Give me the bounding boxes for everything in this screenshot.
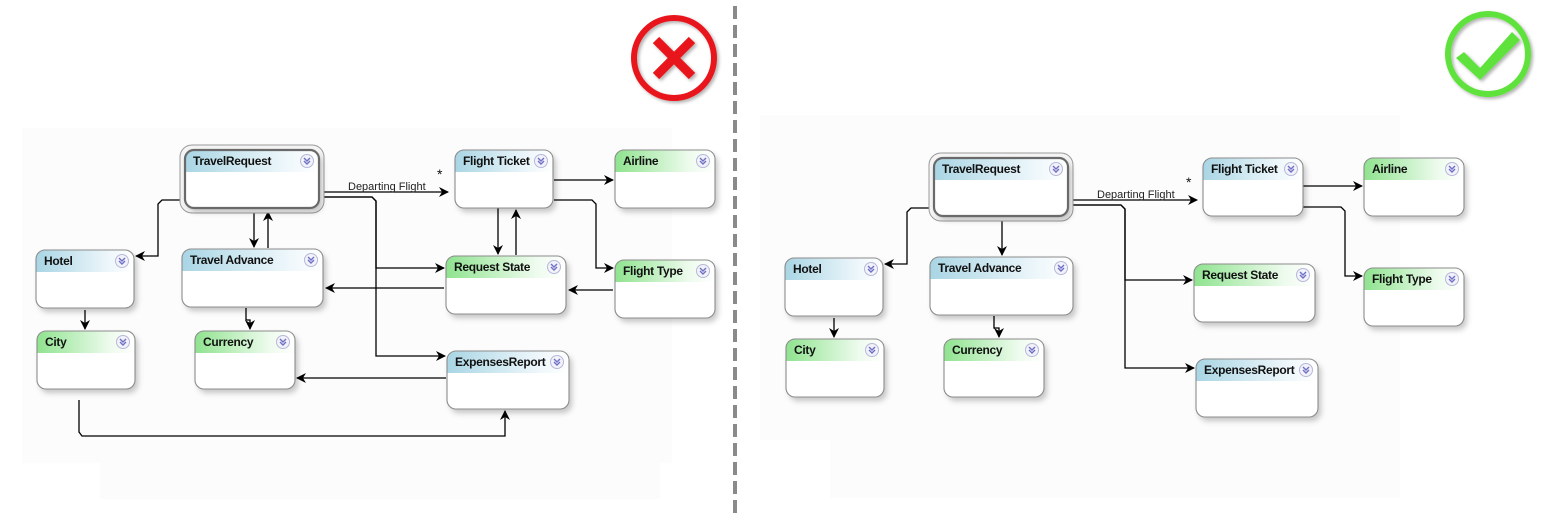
node-title: Flight Type xyxy=(623,264,683,278)
expand-chevron-icon[interactable] xyxy=(696,264,710,278)
expand-chevron-icon[interactable] xyxy=(1299,363,1313,377)
connector-travel-request-to-request-state[interactable] xyxy=(1069,204,1193,285)
expand-chevron-icon[interactable] xyxy=(1049,162,1063,176)
connector-travel-request-to-expenses-report[interactable] xyxy=(1069,204,1195,373)
node-expenses-report[interactable]: ExpensesReport xyxy=(446,350,570,410)
node-request-state[interactable]: Request State xyxy=(445,255,567,315)
node-travel-advance[interactable]: Travel Advance xyxy=(181,248,324,308)
expand-chevron-icon[interactable] xyxy=(1445,162,1459,176)
expand-chevron-icon[interactable] xyxy=(865,343,879,357)
node-title: TravelRequest xyxy=(193,154,271,168)
node-travel-request[interactable]: TravelRequest xyxy=(928,152,1074,222)
expand-chevron-icon[interactable] xyxy=(1284,162,1298,176)
node-title: Hotel xyxy=(44,254,73,268)
panel-incorrect-diagram: Departing Flight * TravelRequest Flight Tic… xyxy=(0,0,735,519)
expand-chevron-icon[interactable] xyxy=(304,253,318,267)
node-city[interactable]: City xyxy=(36,330,136,390)
expand-chevron-icon[interactable] xyxy=(300,154,314,168)
diagram-correct: Departing Flight * TravelRequest Flight Tic… xyxy=(784,152,1465,418)
node-title: Currency xyxy=(203,335,254,349)
panel-divider xyxy=(733,6,737,519)
connector-travel-request-to-expenses-report[interactable] xyxy=(320,196,446,361)
node-currency[interactable]: Currency xyxy=(943,338,1045,398)
connector-city-to-expenses-report[interactable] xyxy=(78,400,510,437)
node-title: City xyxy=(45,335,67,349)
panel-correct-diagram: Departing Flight * TravelRequest Flight Tic… xyxy=(740,0,1549,519)
node-title: ExpensesReport xyxy=(1204,363,1295,377)
node-flight-ticket[interactable]: Flight Ticket xyxy=(1202,157,1304,217)
expand-chevron-icon[interactable] xyxy=(116,335,130,349)
node-title: Hotel xyxy=(793,262,822,276)
node-hotel[interactable]: Hotel xyxy=(784,257,884,317)
connector-label: Departing Flight xyxy=(1097,189,1175,201)
node-expenses-report[interactable]: ExpensesReport xyxy=(1195,358,1319,418)
expand-chevron-icon[interactable] xyxy=(550,355,564,369)
node-title: Flight Type xyxy=(1372,272,1432,286)
node-flight-type[interactable]: Flight Type xyxy=(1363,267,1465,327)
diagram-incorrect: Departing Flight * TravelRequest Flight Tic… xyxy=(35,144,716,437)
node-airline[interactable]: Airline xyxy=(614,149,716,209)
node-title: Flight Ticket xyxy=(1211,162,1278,176)
expand-chevron-icon[interactable] xyxy=(115,254,129,268)
expand-chevron-icon[interactable] xyxy=(276,335,290,349)
multiplicity-label: * xyxy=(1186,174,1192,190)
node-travel-request[interactable]: TravelRequest xyxy=(179,144,325,214)
node-airline[interactable]: Airline xyxy=(1363,157,1465,217)
node-flight-ticket[interactable]: Flight Ticket xyxy=(454,149,554,209)
connector-travel-request-to-request-state[interactable] xyxy=(320,196,445,273)
expand-chevron-icon[interactable] xyxy=(1025,343,1039,357)
node-hotel[interactable]: Hotel xyxy=(35,249,135,309)
node-currency[interactable]: Currency xyxy=(194,330,296,390)
node-travel-advance[interactable]: Travel Advance xyxy=(929,256,1074,316)
expand-chevron-icon[interactable] xyxy=(1445,272,1459,286)
expand-chevron-icon[interactable] xyxy=(547,260,561,274)
node-title: Request State xyxy=(454,260,531,274)
node-title: City xyxy=(794,343,816,357)
expand-chevron-icon[interactable] xyxy=(864,262,878,276)
node-title: TravelRequest xyxy=(942,162,1020,176)
connector-travel-advance-to-currency[interactable] xyxy=(245,308,255,330)
connector-travel-advance-to-currency[interactable] xyxy=(993,316,1004,338)
multiplicity-label: * xyxy=(437,166,443,182)
expand-chevron-icon[interactable] xyxy=(1054,261,1068,275)
node-title: Airline xyxy=(1372,162,1408,176)
connector-travel-request-to-hotel[interactable] xyxy=(135,199,185,261)
node-city[interactable]: City xyxy=(785,338,885,398)
node-title: Airline xyxy=(623,154,659,168)
connector-travel-request-to-hotel[interactable] xyxy=(884,207,934,269)
expand-chevron-icon[interactable] xyxy=(534,154,548,168)
node-title: Travel Advance xyxy=(938,261,1022,275)
node-title: ExpensesReport xyxy=(455,355,546,369)
expand-chevron-icon[interactable] xyxy=(1296,268,1310,282)
node-request-state[interactable]: Request State xyxy=(1193,263,1316,323)
expand-chevron-icon[interactable] xyxy=(696,154,710,168)
node-title: Currency xyxy=(952,343,1003,357)
connector-label: Departing Flight xyxy=(348,181,426,193)
node-title: Request State xyxy=(1202,268,1279,282)
node-title: Travel Advance xyxy=(190,253,274,267)
node-flight-type[interactable]: Flight Type xyxy=(614,259,716,319)
node-title: Flight Ticket xyxy=(463,154,530,168)
